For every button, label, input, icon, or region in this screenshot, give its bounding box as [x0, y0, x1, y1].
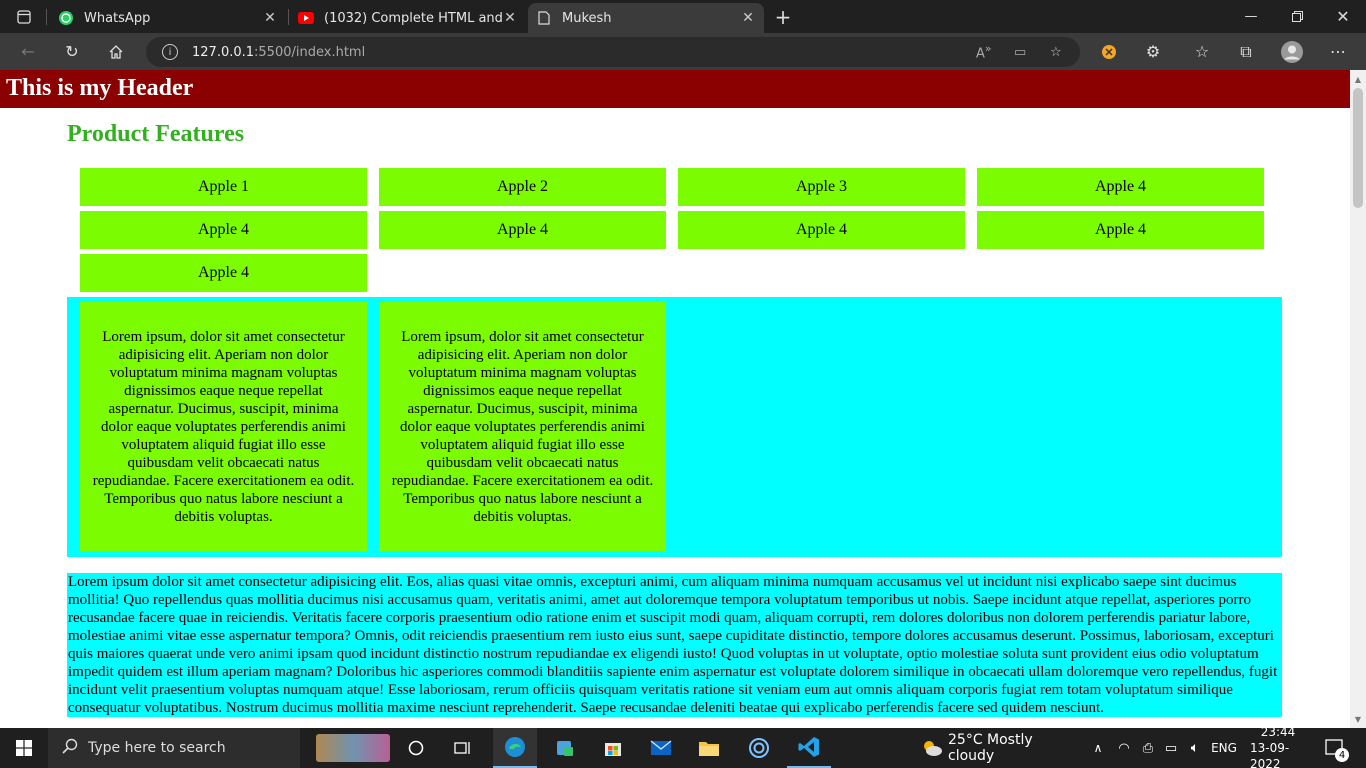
product-item: Apple 4	[379, 211, 666, 249]
meet-now-icon[interactable]: ⎙	[1138, 728, 1158, 768]
refresh-icon[interactable]: ↻	[56, 33, 88, 70]
minimize-icon[interactable]: —	[1228, 0, 1274, 33]
text-card: Lorem ipsum, dolor sit amet consectetur …	[379, 302, 666, 551]
tab-youtube[interactable]: (1032) Complete HTML and CSS ✕	[290, 3, 526, 33]
notification-icon[interactable]: 4	[1318, 728, 1352, 768]
tab-actions-icon[interactable]	[10, 0, 38, 33]
cortana-icon[interactable]	[398, 728, 434, 768]
back-icon[interactable]: ←	[12, 33, 44, 70]
product-item: Apple 4	[80, 211, 367, 249]
tab-separator	[46, 9, 47, 25]
tab-title: WhatsApp	[84, 10, 151, 26]
clock-time: 23:44	[1260, 725, 1296, 739]
address-bar[interactable]: i 127.0.0.1:5500/index.html A» ▭ ☆	[146, 37, 1080, 67]
search-icon	[62, 738, 78, 758]
clock-date: 13-09-2022	[1250, 741, 1290, 768]
scrollbar-thumb[interactable]	[1353, 88, 1363, 208]
product-item: Apple 2	[379, 168, 666, 206]
product-item: Apple 4	[80, 254, 367, 292]
read-aloud-icon[interactable]: A»	[976, 42, 992, 61]
clock[interactable]: 23:44 13-09-2022	[1250, 725, 1306, 768]
product-item: Apple 3	[678, 168, 965, 206]
search-placeholder: Type here to search	[88, 740, 226, 756]
app-icon[interactable]	[737, 728, 781, 768]
product-grid: Apple 1 Apple 2 Apple 3 Apple 4 Apple 4 …	[80, 168, 1265, 292]
new-tab-icon[interactable]: +	[770, 0, 796, 33]
favorites-icon[interactable]: ☆	[1186, 33, 1218, 70]
whatsapp-icon	[58, 10, 74, 26]
tab-separator	[288, 9, 289, 25]
extensions-puzzle-icon[interactable]: ⚙	[1137, 33, 1169, 70]
page-header: This is my Header	[0, 70, 1350, 108]
features-title: Product Features	[67, 121, 245, 147]
page-viewport: This is my Header Product Features Apple…	[0, 70, 1350, 728]
page-icon	[536, 10, 552, 26]
vscode-icon[interactable]	[787, 728, 831, 768]
restore-icon[interactable]	[1274, 0, 1320, 33]
add-favorite-icon[interactable]: ☆	[1050, 45, 1062, 60]
product-item: Apple 4	[678, 211, 965, 249]
edge-taskbar-icon[interactable]	[493, 728, 537, 768]
battery-icon[interactable]: ▭	[1160, 728, 1182, 768]
product-item: Apple 1	[80, 168, 367, 206]
long-paragraph: Lorem ipsum dolor sit amet consectetur a…	[67, 573, 1282, 717]
mail-icon[interactable]	[639, 728, 683, 768]
tab-mukesh[interactable]: Mukesh ✕	[528, 3, 764, 33]
windows-taskbar: Type here to search 25°C Mostly cloudy ∧…	[0, 725, 1366, 768]
weather-text[interactable]: 25°C Mostly cloudy	[948, 728, 1082, 768]
vertical-scrollbar[interactable]: ▲ ▼	[1350, 70, 1366, 728]
scroll-up-icon[interactable]: ▲	[1350, 72, 1366, 86]
more-menu-icon[interactable]: ⋯	[1322, 33, 1354, 70]
app-icon[interactable]	[543, 728, 587, 768]
url-path: :5500/index.html	[254, 44, 366, 60]
weather-icon[interactable]	[920, 728, 944, 768]
search-highlight-icon	[316, 734, 390, 762]
url-host: 127.0.0.1	[192, 44, 255, 60]
close-tab-icon[interactable]: ✕	[262, 10, 278, 26]
close-tab-icon[interactable]: ✕	[740, 10, 756, 26]
tab-title: Mukesh	[562, 10, 612, 26]
youtube-icon	[298, 10, 314, 26]
card-container: Lorem ipsum, dolor sit amet consectetur …	[67, 297, 1282, 557]
browser-toolbar: ← ↻ i 127.0.0.1:5500/index.html A» ▭ ☆ ⚙…	[0, 33, 1366, 70]
app-available-icon[interactable]: ▭	[1014, 45, 1026, 60]
tab-whatsapp[interactable]: WhatsApp ✕	[50, 3, 286, 33]
store-icon[interactable]	[591, 728, 635, 768]
language-indicator[interactable]: ENG	[1208, 728, 1240, 768]
info-icon[interactable]: i	[162, 44, 178, 60]
close-tab-icon[interactable]: ✕	[502, 10, 518, 26]
home-icon[interactable]	[100, 33, 132, 70]
extension-icon[interactable]	[1093, 33, 1125, 70]
collections-icon[interactable]: ⧉	[1230, 33, 1262, 70]
notification-count: 4	[1335, 748, 1349, 762]
taskbar-search[interactable]: Type here to search	[48, 728, 390, 768]
product-item: Apple 4	[977, 211, 1264, 249]
tab-strip: WhatsApp ✕ (1032) Complete HTML and CSS …	[0, 0, 1366, 33]
start-icon[interactable]	[0, 728, 48, 768]
profile-avatar[interactable]	[1276, 33, 1308, 70]
show-hidden-icons[interactable]: ∧	[1089, 728, 1107, 768]
tab-title: (1032) Complete HTML and CSS	[324, 10, 502, 26]
product-item: Apple 4	[977, 168, 1264, 206]
file-explorer-icon[interactable]	[687, 728, 731, 768]
text-card: Lorem ipsum, dolor sit amet consectetur …	[80, 302, 367, 551]
volume-icon[interactable]: 🔈︎	[1184, 728, 1206, 768]
task-view-icon[interactable]	[445, 728, 481, 768]
close-window-icon[interactable]: ✕	[1320, 0, 1366, 33]
scroll-down-icon[interactable]: ▼	[1350, 712, 1366, 726]
wifi-icon[interactable]: ◠	[1114, 728, 1134, 768]
